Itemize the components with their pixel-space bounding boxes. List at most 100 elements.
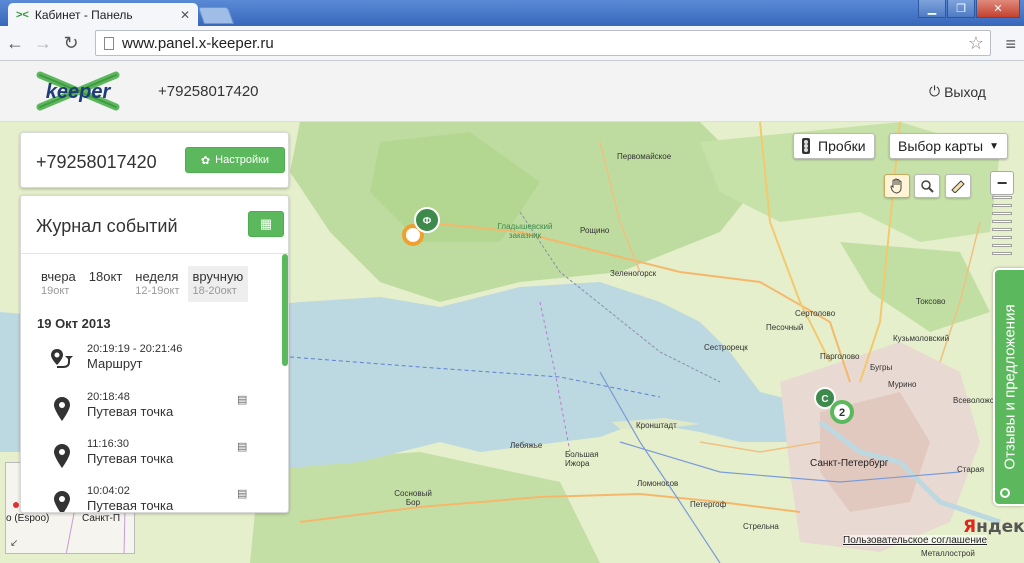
zoom-select-button[interactable] xyxy=(914,174,940,198)
marker-c-label: С xyxy=(821,394,828,405)
traffic-light-icon xyxy=(802,138,810,154)
logout-button[interactable]: ⏻ Выход xyxy=(929,83,986,100)
traffic-label: Пробки xyxy=(818,138,866,154)
event-item[interactable]: 10:04:02 Путевая точка ▤ xyxy=(37,485,277,513)
period-tabs: вчера 19окт 18окт неделя 12-19окт вручну… xyxy=(36,266,251,302)
ruler-button[interactable] xyxy=(945,174,971,198)
hand-tool-button[interactable] xyxy=(884,174,910,198)
map-label: Большая Ижора xyxy=(565,450,599,468)
event-time: 11:16:30 xyxy=(87,438,130,450)
event-time: 10:04:02 xyxy=(87,485,130,497)
device-panel: +79258017420 ✿ Настройки xyxy=(20,132,289,188)
map-label: Рощино xyxy=(580,226,610,235)
map-label: Кузьмоловский xyxy=(893,334,950,343)
page-icon xyxy=(104,36,114,50)
journal-date: 19 Окт 2013 xyxy=(37,316,111,331)
window-maximize-button[interactable]: ❐ xyxy=(947,0,975,18)
map-label: Ломоносов xyxy=(637,479,679,488)
journal-title: Журнал событий xyxy=(36,216,178,236)
period-yesterday[interactable]: вчера 19окт xyxy=(36,266,81,302)
event-type: Путевая точка xyxy=(87,404,174,419)
map-label: Токсово xyxy=(916,297,946,306)
hand-icon xyxy=(890,178,902,194)
magnifier-icon xyxy=(921,180,934,193)
minimap-label: o (Espoo) xyxy=(6,513,50,524)
settings-label: Настройки xyxy=(215,154,270,166)
event-time: 20:19:19 - 20:21:46 xyxy=(87,343,183,355)
save-icon[interactable]: ▤ xyxy=(237,440,247,453)
calendar-button[interactable]: ▦ xyxy=(248,211,284,237)
minimap-collapse-icon[interactable]: ↙ xyxy=(10,538,18,549)
map-label: Сертолово xyxy=(795,309,836,318)
bookmark-star-icon[interactable]: ☆ xyxy=(968,33,984,54)
map-label: Металлострой xyxy=(921,549,975,558)
traffic-button[interactable]: Пробки xyxy=(793,133,875,159)
map-label: Первомайское xyxy=(617,152,672,161)
map-pin-icon xyxy=(54,444,70,468)
logout-label: Выход xyxy=(944,83,986,100)
event-type: Путевая точка xyxy=(87,451,174,466)
browser-menu-icon[interactable]: ≡ xyxy=(1005,34,1016,55)
map-label: Гладышевский заказник xyxy=(497,222,553,240)
map-label: Бугры xyxy=(870,363,893,372)
yandex-logo: Яндекс xyxy=(963,517,1024,537)
map-label: Петергоф xyxy=(690,500,727,509)
journal-header: Журнал событий ▦ xyxy=(21,196,288,254)
settings-button[interactable]: ✿ Настройки xyxy=(185,147,285,173)
period-18oct[interactable]: 18окт xyxy=(84,266,127,302)
map-label: Всеволожск xyxy=(953,396,998,405)
header-phone: +79258017420 xyxy=(158,83,259,100)
event-item[interactable]: 20:19:19 - 20:21:46 Маршрут xyxy=(37,343,277,383)
tab-title: Кабинет - Панель xyxy=(34,7,133,22)
map-label: Сосновый Бор xyxy=(394,489,432,507)
chevron-down-icon: ▼ xyxy=(989,140,999,152)
window-close-button[interactable]: ✕ xyxy=(976,0,1020,18)
tab-close-icon[interactable]: ✕ xyxy=(180,8,190,22)
journal-scrollbar[interactable] xyxy=(282,254,288,366)
map-label-city: Санкт-Петербург xyxy=(810,458,889,469)
map-pin-icon xyxy=(54,397,70,421)
cluster-count: 2 xyxy=(839,407,845,419)
map-label: Сестрорецк xyxy=(704,343,748,352)
route-icon xyxy=(51,349,73,368)
map-type-select[interactable]: Выбор карты ▼ xyxy=(889,133,1008,159)
reload-button[interactable]: ↻ xyxy=(58,30,84,56)
map-label: Лебяжье xyxy=(510,441,543,450)
forward-button[interactable]: → xyxy=(30,30,56,56)
event-time: 20:18:48 xyxy=(87,391,130,403)
period-manual[interactable]: вручную 18-20окт xyxy=(187,266,249,302)
terms-link[interactable]: Пользовательское соглашение xyxy=(843,535,988,546)
event-type: Путевая точка xyxy=(87,498,174,513)
map-label: Кронштадт xyxy=(636,421,677,430)
event-journal-panel: Журнал событий ▦ вчера 19окт 18окт недел… xyxy=(20,195,289,513)
browser-tabbar: >< Кабинет - Панель ✕ ▁ ❐ ✕ xyxy=(0,0,1024,26)
device-phone: +79258017420 xyxy=(36,152,157,172)
map-label: Зеленогорск xyxy=(610,269,657,278)
calendar-icon: ▦ xyxy=(259,216,273,231)
address-bar[interactable]: www.panel.x-keeper.ru ☆ xyxy=(95,30,991,56)
zoom-out-button[interactable]: − xyxy=(990,171,1014,195)
logo-text: keeper xyxy=(46,81,112,103)
period-week[interactable]: неделя 12-19окт xyxy=(130,266,184,302)
map-type-label: Выбор карты xyxy=(898,138,984,154)
save-icon[interactable]: ▤ xyxy=(237,487,247,500)
browser-toolbar: ← → ↻ www.panel.x-keeper.ru ☆ ≡ xyxy=(0,26,1024,61)
event-item[interactable]: 20:18:48 Путевая точка ▤ xyxy=(37,391,277,431)
back-button[interactable]: ← xyxy=(2,30,28,56)
event-type: Маршрут xyxy=(87,356,143,371)
map-pin-icon xyxy=(54,491,70,512)
new-tab-button[interactable] xyxy=(197,7,235,24)
save-icon[interactable]: ▤ xyxy=(237,393,247,406)
window-minimize-button[interactable]: ▁ xyxy=(918,0,946,18)
power-icon: ⏻ xyxy=(929,83,941,99)
ruler-icon xyxy=(951,180,965,193)
browser-tab[interactable]: >< Кабинет - Панель ✕ xyxy=(8,3,198,26)
map-label: Стрельна xyxy=(743,522,779,531)
zoom-scale[interactable] xyxy=(992,196,1012,264)
marker-f-label: Ф xyxy=(423,216,432,227)
map-label: Песочный xyxy=(766,323,804,332)
event-item[interactable]: 11:16:30 Путевая точка ▤ xyxy=(37,438,277,478)
url-text: www.panel.x-keeper.ru xyxy=(122,34,274,52)
favicon-icon: >< xyxy=(16,8,29,21)
feedback-tab[interactable]: Отзывы и предложения xyxy=(993,268,1024,506)
